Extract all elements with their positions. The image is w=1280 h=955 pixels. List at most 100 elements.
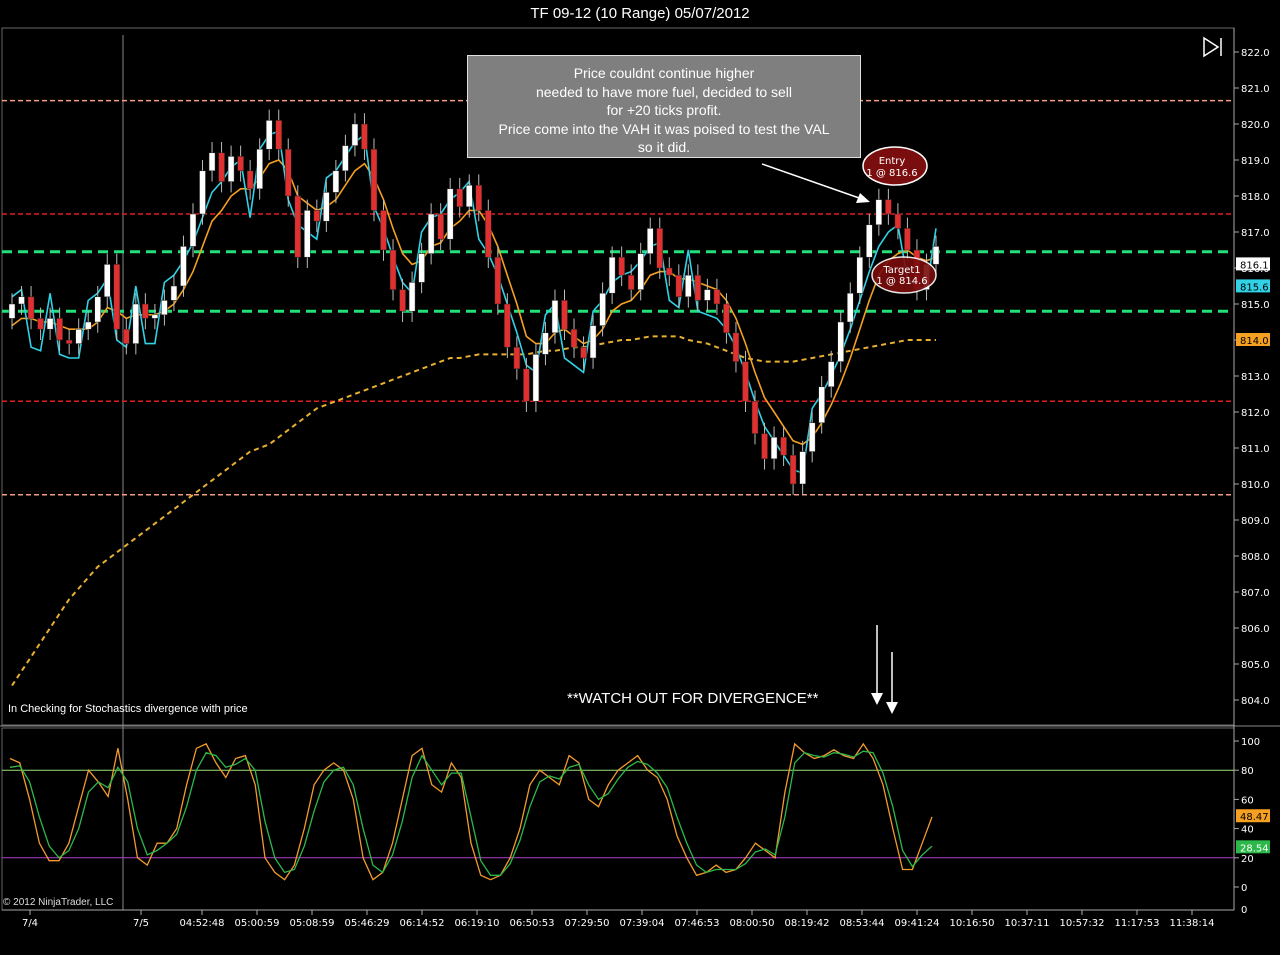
entry-label: Entry — [879, 156, 906, 167]
candle-body — [389, 249, 397, 290]
x-tick-label: 11:17:53 — [1115, 918, 1160, 929]
candle-body — [475, 184, 483, 211]
candle-body — [694, 274, 702, 301]
candle-body — [446, 188, 454, 240]
candle-body — [713, 289, 721, 305]
candle-body — [751, 400, 759, 434]
candle-body — [351, 123, 359, 146]
candle-body — [437, 213, 444, 240]
candle-body — [199, 170, 206, 215]
candle-body — [361, 123, 368, 150]
candle-body — [246, 170, 254, 190]
stoch-y-tick-label: 60 — [1241, 795, 1254, 806]
candle-body — [580, 346, 587, 359]
x-tick-label: 06:14:52 — [400, 918, 445, 929]
candle-body — [723, 303, 730, 334]
candle-body — [504, 303, 511, 348]
candle-body — [494, 256, 502, 305]
candle-body — [732, 332, 740, 362]
candle-body — [256, 148, 263, 190]
target-marker[interactable]: Target1 1 @ 814.6 — [871, 256, 937, 294]
x-tick-label: 08:53:44 — [840, 918, 885, 929]
candle-body — [799, 451, 806, 485]
candle-body — [46, 318, 54, 330]
stoch-y-tick-label: 80 — [1241, 766, 1254, 777]
y-tick-label: 811.0 — [1241, 444, 1270, 455]
candle-body — [227, 156, 235, 182]
candle-body — [265, 120, 273, 150]
candle-body — [65, 339, 73, 344]
play-pause-icon[interactable] — [1202, 36, 1224, 58]
stoch-y-tick-label: 0 — [1241, 883, 1247, 894]
candle-body — [189, 213, 197, 247]
stoch-value-label: 28.54 — [1240, 843, 1269, 854]
entry-detail: 1 @ 816.6 — [866, 168, 917, 179]
candle-body — [866, 224, 873, 258]
candle-body — [637, 253, 644, 290]
candle-body — [742, 361, 749, 402]
candle-body — [542, 332, 549, 355]
stoch-axis-min-label: 0 — [1241, 905, 1247, 916]
candle-body — [399, 289, 406, 312]
x-tick-label: 07:39:04 — [620, 918, 665, 929]
candle-body — [104, 264, 111, 298]
candle-body — [523, 368, 530, 402]
candle-body — [656, 228, 664, 269]
entry-marker[interactable]: Entry 1 @ 816.6 — [862, 146, 928, 186]
y-tick-label: 819.0 — [1241, 156, 1270, 167]
candle-body — [561, 300, 568, 330]
candle-body — [304, 210, 311, 258]
divergence-arrow-1 — [871, 625, 883, 705]
y-tick-label: 815.0 — [1241, 300, 1270, 311]
divergence-arrow-2 — [886, 652, 898, 714]
candle-body — [685, 274, 692, 298]
candle-body — [75, 328, 82, 344]
candle-body — [218, 152, 225, 182]
candle-body — [427, 213, 435, 254]
x-tick-label: 10:37:11 — [1005, 918, 1050, 929]
x-tick-label: 05:00:59 — [235, 918, 280, 929]
candle-body — [465, 184, 473, 208]
x-tick-label: 09:41:24 — [895, 918, 940, 929]
x-tick-label: 05:46:29 — [345, 918, 390, 929]
y-tick-label: 805.0 — [1241, 660, 1270, 671]
candle-body — [132, 303, 140, 344]
candle-body — [599, 292, 606, 326]
y-tick-label: 817.0 — [1241, 228, 1270, 239]
x-tick-label: 07:46:53 — [675, 918, 720, 929]
x-tick-label: 07:29:50 — [565, 918, 610, 929]
candle-body — [332, 170, 340, 193]
note-line: for +20 ticks profit. — [606, 102, 722, 118]
note-line: so it did. — [637, 139, 691, 155]
y-tick-label: 807.0 — [1241, 588, 1270, 599]
candle-body — [847, 292, 854, 323]
x-tick-label: 7/4 — [22, 918, 38, 929]
stoch-value-label: 48.47 — [1240, 812, 1269, 823]
candle-body — [818, 386, 825, 424]
candle-body — [551, 300, 559, 334]
candle-body — [142, 303, 149, 319]
divergence-warning: **WATCH OUT FOR DIVERGENCE** — [567, 690, 819, 707]
y-tick-label: 808.0 — [1241, 552, 1270, 563]
x-tick-label: 11:38:14 — [1170, 918, 1215, 929]
candle-body — [113, 264, 121, 330]
candle-body — [294, 195, 302, 258]
price-tag-label: 814.0 — [1240, 336, 1269, 347]
candle-body — [151, 314, 159, 319]
candle-body — [208, 152, 216, 172]
candle-body — [885, 199, 892, 215]
y-tick-label: 813.0 — [1241, 372, 1270, 383]
candle-body — [370, 148, 378, 211]
candle-body — [27, 296, 35, 319]
candle-body — [646, 228, 654, 254]
candle-body — [789, 454, 797, 485]
candle-body — [666, 267, 673, 276]
stochastics-note: In Checking for Stochastics divergence w… — [8, 703, 248, 715]
y-tick-label: 820.0 — [1241, 120, 1270, 131]
y-tick-label: 821.0 — [1241, 84, 1270, 95]
candle-body — [380, 210, 387, 251]
candle-body — [84, 321, 92, 330]
candle-body — [532, 354, 540, 402]
stoch-k-line — [9, 742, 933, 881]
x-tick-label: 10:16:50 — [950, 918, 995, 929]
